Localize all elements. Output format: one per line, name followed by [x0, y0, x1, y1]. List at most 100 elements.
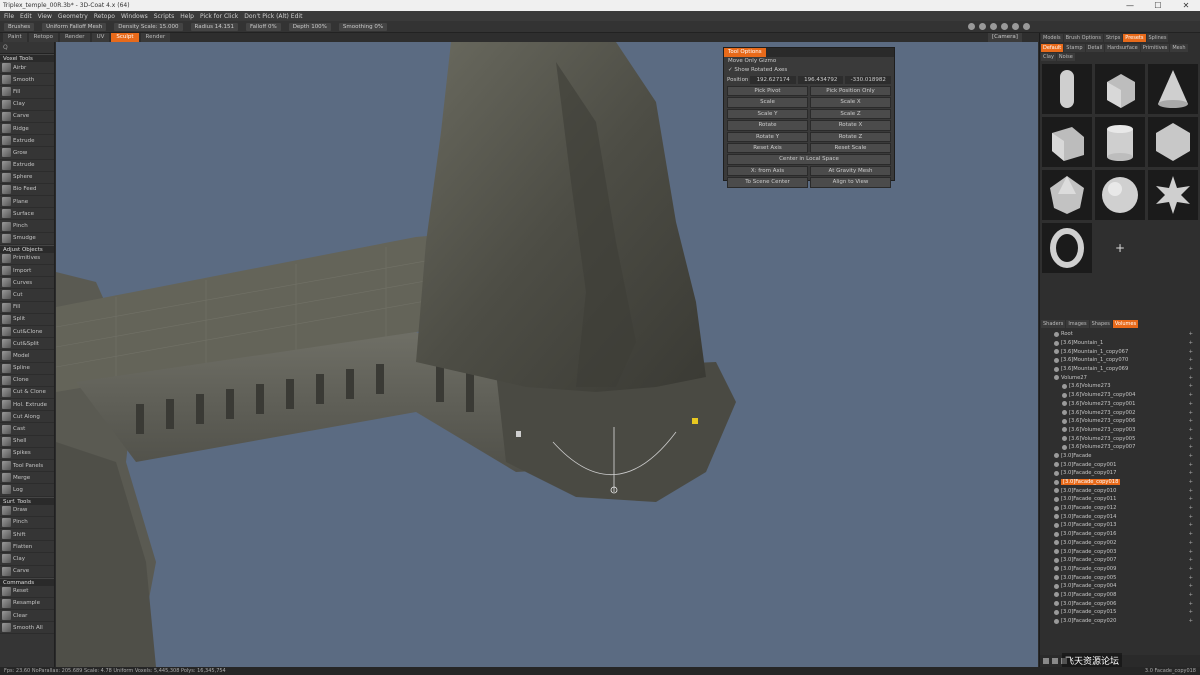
tree-row[interactable]: [3.6]Volume273 + — [1040, 382, 1200, 391]
tool-option-button[interactable]: Scale Z — [810, 108, 891, 120]
move-only-gizmo-checkbox[interactable]: Move Only Gizmo — [724, 57, 894, 66]
torus-shape[interactable] — [1042, 223, 1092, 273]
cube-shape[interactable] — [1042, 117, 1092, 167]
eye-icon[interactable] — [1054, 375, 1059, 381]
zoom-icon[interactable] — [1001, 23, 1008, 30]
preset-tab-4[interactable]: Primitives — [1140, 44, 1170, 52]
eye-icon[interactable] — [1062, 392, 1067, 398]
room-tab-3[interactable]: UV — [91, 33, 110, 42]
add-child-icon[interactable]: + — [1189, 375, 1193, 381]
hexagon-shape[interactable] — [1148, 117, 1198, 167]
tree-row[interactable]: [3.6]Volume273_copy007 + — [1040, 443, 1200, 452]
tool-option-button[interactable]: Scale — [727, 97, 808, 108]
position-x-field[interactable]: 192.627174 — [750, 76, 796, 84]
tree-row[interactable]: [3.0]Facade_copy015 + — [1040, 608, 1200, 617]
eye-icon[interactable] — [1062, 436, 1067, 442]
eye-icon[interactable] — [1054, 496, 1059, 502]
panel-tab-4[interactable]: Splines — [1146, 34, 1169, 42]
grid-icon[interactable] — [1023, 23, 1030, 30]
menu-item-1[interactable]: Edit — [20, 13, 32, 20]
eye-icon[interactable] — [1062, 444, 1067, 450]
add-child-icon[interactable]: + — [1189, 479, 1193, 485]
tool-item[interactable]: Airbr — [0, 62, 54, 75]
add-child-icon[interactable]: + — [1189, 583, 1193, 589]
tool-item[interactable]: Cast — [0, 423, 54, 436]
tool-item[interactable]: Plane — [0, 196, 54, 209]
section-header-2[interactable]: Surf. Tools — [0, 496, 54, 505]
tool-item[interactable]: Bio Feed — [0, 184, 54, 197]
room-tab-2[interactable]: Render — [59, 33, 90, 42]
menu-item-7[interactable]: Help — [180, 13, 194, 20]
tree-row[interactable]: [3.0]Facade_copy017 + — [1040, 469, 1200, 478]
tool-item[interactable]: Grow — [0, 147, 54, 160]
add-child-icon[interactable]: + — [1189, 444, 1193, 450]
tree-row[interactable]: [3.6]Volume273_copy002 + — [1040, 408, 1200, 417]
add-child-icon[interactable]: + — [1189, 540, 1193, 546]
tool-item[interactable]: Surface — [0, 208, 54, 221]
add-child-icon[interactable]: + — [1189, 383, 1193, 389]
preset-tab-3[interactable]: Hardsurface — [1105, 44, 1140, 52]
add-child-icon[interactable]: + — [1189, 453, 1193, 459]
tree-row[interactable]: [3.0]Facade + — [1040, 452, 1200, 461]
tree-row[interactable]: Volume27 + — [1040, 373, 1200, 382]
tool-option-button[interactable]: Rotate — [727, 120, 808, 131]
tree-row[interactable]: [3.0]Facade_copy009 + — [1040, 565, 1200, 574]
room-tab-0[interactable]: Paint — [3, 33, 27, 42]
radius-field[interactable]: Radius 14.151 — [190, 22, 238, 31]
tool-item[interactable]: Split — [0, 314, 54, 326]
tree-row[interactable]: [3.0]Facade_copy004 + — [1040, 582, 1200, 591]
camera-select[interactable]: [Camera] — [988, 33, 1022, 42]
tool-option-button[interactable]: Scale X — [810, 97, 891, 108]
tool-item[interactable]: Model — [0, 350, 54, 363]
add-child-icon[interactable]: + — [1189, 331, 1193, 337]
menu-item-5[interactable]: Windows — [121, 13, 148, 20]
tree-row[interactable]: [3.0]Facade_copy011 + — [1040, 495, 1200, 504]
preset-tab-0[interactable]: Default — [1041, 44, 1064, 52]
tree-row[interactable]: [3.6]Mountain_1_copy070 + — [1040, 356, 1200, 365]
folder-icon[interactable] — [1043, 658, 1049, 664]
panel-tab-0[interactable]: Models — [1041, 34, 1063, 42]
panel-tab-1[interactable]: Brush Options — [1063, 34, 1103, 42]
center-local-space-button[interactable]: Center in Local Space — [727, 154, 891, 165]
tool-search[interactable]: Q — [0, 42, 54, 54]
tree-row[interactable]: [3.0]Facade_copy016 + — [1040, 530, 1200, 539]
add-child-icon[interactable]: + — [1189, 601, 1193, 607]
tool-item[interactable]: Clear — [0, 610, 54, 623]
add-child-icon[interactable]: + — [1189, 549, 1193, 555]
scene-tab-1[interactable]: Images — [1066, 320, 1089, 328]
add-child-icon[interactable]: + — [1189, 557, 1193, 563]
eye-icon[interactable] — [1054, 340, 1059, 346]
eye-icon[interactable] — [1054, 575, 1059, 581]
tool-item[interactable]: Clone — [0, 375, 54, 387]
preset-tab-5[interactable]: Mesh — [1170, 44, 1188, 52]
maximize-button[interactable]: ☐ — [1144, 0, 1172, 11]
tool-option-button[interactable]: At Gravity Mesh — [810, 165, 891, 177]
menu-item-8[interactable]: Pick for Click — [200, 13, 238, 20]
eye-icon[interactable] — [1054, 357, 1059, 363]
tool-item[interactable]: Spikes — [0, 448, 54, 460]
sphere-shape[interactable] — [1095, 170, 1145, 220]
tool-item[interactable]: Spline — [0, 363, 54, 375]
rounded-cube-shape[interactable] — [1095, 64, 1145, 114]
menu-item-0[interactable]: File — [4, 13, 14, 20]
eye-icon[interactable] — [1062, 410, 1067, 416]
eye-icon[interactable] — [1054, 609, 1059, 615]
tool-item[interactable]: Pinch — [0, 517, 54, 529]
tool-item[interactable]: Cut — [0, 289, 54, 302]
eye-icon[interactable] — [1054, 557, 1059, 563]
tool-option-button[interactable]: Align to View — [810, 177, 891, 188]
density-field[interactable]: Density Scale: 15.000 — [114, 22, 183, 31]
cone-shape[interactable] — [1148, 64, 1198, 114]
position-y-field[interactable]: 196.434792 — [797, 76, 844, 84]
tree-row[interactable]: [3.0]Facade_copy002 + — [1040, 539, 1200, 548]
tree-row[interactable]: [3.0]Facade_copy003 + — [1040, 547, 1200, 556]
tool-item[interactable]: Cut Along — [0, 411, 54, 424]
star-shape[interactable] — [1148, 170, 1198, 220]
show-rotated-axes-checkbox[interactable]: ✓ Show Rotated Axes — [724, 66, 894, 75]
tool-item[interactable]: Pinch — [0, 220, 54, 233]
room-tab-1[interactable]: Retopo — [28, 33, 58, 42]
add-child-icon[interactable]: + — [1189, 349, 1193, 355]
tool-item[interactable]: Cut&Split — [0, 338, 54, 351]
depth-field[interactable]: Depth 100% — [288, 22, 331, 31]
tool-item[interactable]: Log — [0, 484, 54, 497]
